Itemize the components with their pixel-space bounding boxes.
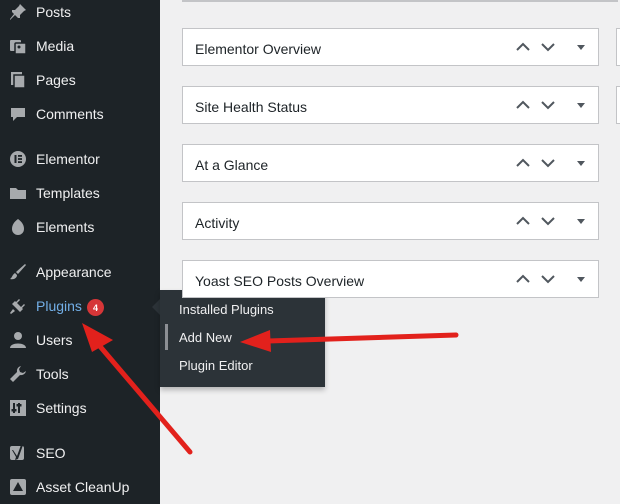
- widget-activity: Activity: [182, 202, 599, 240]
- sidebar-item-elementor[interactable]: Elementor: [0, 142, 160, 176]
- sidebar-item-media[interactable]: Media: [0, 29, 160, 63]
- caret-down-icon[interactable]: [573, 213, 589, 229]
- asset-cleanup-icon: [8, 478, 28, 496]
- folder-icon: [8, 184, 28, 202]
- sidebar-item-seo[interactable]: SEO: [0, 436, 160, 470]
- sidebar-item-label: Elementor: [36, 151, 100, 167]
- pushpin-icon: [8, 3, 28, 21]
- sidebar-item-label: Users: [36, 332, 73, 348]
- chevron-up-icon[interactable]: [515, 97, 531, 113]
- sidebar-item-pages[interactable]: Pages: [0, 63, 160, 97]
- plugins-submenu: Installed Plugins Add New Plugin Editor: [160, 290, 325, 387]
- chevron-down-icon[interactable]: [540, 213, 556, 229]
- chevron-up-icon[interactable]: [515, 155, 531, 171]
- sidebar-item-elements[interactable]: Elements: [0, 210, 160, 244]
- comments-icon: [8, 105, 28, 123]
- sidebar-item-tools[interactable]: Tools: [0, 357, 160, 391]
- widget-top-border: [182, 0, 618, 2]
- sidebar-item-templates[interactable]: Templates: [0, 176, 160, 210]
- caret-down-icon[interactable]: [573, 39, 589, 55]
- widget-at-a-glance: At a Glance: [182, 144, 599, 182]
- sidebar-item-plugins[interactable]: Plugins 4: [0, 289, 160, 323]
- plug-icon: [8, 297, 28, 315]
- caret-down-icon[interactable]: [573, 97, 589, 113]
- sidebar-item-label: Asset CleanUp: [36, 479, 130, 495]
- widget-site-health-status: Site Health Status: [182, 86, 599, 124]
- chevron-down-icon[interactable]: [540, 39, 556, 55]
- sidebar-item-label: Settings: [36, 400, 87, 416]
- sidebar-item-posts[interactable]: Posts: [0, 0, 160, 29]
- focus-indicator: [165, 324, 168, 350]
- widget-title: At a Glance: [195, 157, 269, 173]
- caret-down-icon[interactable]: [573, 271, 589, 287]
- elements-icon: [8, 218, 28, 236]
- submenu-item-installed-plugins[interactable]: Installed Plugins: [160, 296, 325, 322]
- update-count-badge: 4: [87, 299, 104, 316]
- sidebar-item-label: Tools: [36, 366, 69, 382]
- widget-title: Activity: [195, 215, 240, 231]
- flyout-pointer: [152, 299, 160, 315]
- sidebar-item-label: Comments: [36, 106, 104, 122]
- chevron-up-icon[interactable]: [515, 39, 531, 55]
- submenu-item-label: Add New: [179, 330, 232, 345]
- yoast-icon: [8, 444, 28, 462]
- admin-sidebar: Posts Media Pages Comments Elementor Tem…: [0, 0, 160, 504]
- sidebar-item-label: Pages: [36, 72, 76, 88]
- chevron-up-icon[interactable]: [515, 271, 531, 287]
- sidebar-item-comments[interactable]: Comments: [0, 97, 160, 131]
- widget-title: Site Health Status: [195, 99, 308, 115]
- settings-icon: [8, 399, 28, 417]
- sidebar-item-label: Media: [36, 38, 75, 54]
- widget-title: Yoast SEO Posts Overview: [195, 273, 365, 289]
- widget-yoast-seo-posts-overview: Yoast SEO Posts Overview: [182, 260, 599, 298]
- widget-title: Elementor Overview: [195, 41, 322, 57]
- elementor-icon: [8, 150, 28, 168]
- submenu-item-add-new[interactable]: Add New: [160, 324, 325, 350]
- sidebar-item-label: Plugins: [36, 298, 82, 314]
- submenu-item-label: Installed Plugins: [179, 302, 274, 317]
- wrench-icon: [8, 365, 28, 383]
- caret-down-icon[interactable]: [573, 155, 589, 171]
- user-icon: [8, 331, 28, 349]
- chevron-down-icon[interactable]: [540, 97, 556, 113]
- second-column-widget: [616, 28, 620, 66]
- submenu-item-plugin-editor[interactable]: Plugin Editor: [160, 352, 325, 378]
- second-column-widget: [616, 86, 620, 124]
- sidebar-item-users[interactable]: Users: [0, 323, 160, 357]
- chevron-down-icon[interactable]: [540, 155, 556, 171]
- sidebar-item-label: Appearance: [36, 264, 112, 280]
- sidebar-item-label: SEO: [36, 445, 66, 461]
- media-icon: [8, 37, 28, 55]
- chevron-up-icon[interactable]: [515, 213, 531, 229]
- submenu-item-label: Plugin Editor: [179, 358, 253, 373]
- widget-elementor-overview: Elementor Overview: [182, 28, 599, 66]
- paintbrush-icon: [8, 263, 28, 281]
- sidebar-item-label: Templates: [36, 185, 100, 201]
- sidebar-item-settings[interactable]: Settings: [0, 391, 160, 425]
- sidebar-item-asset-cleanup[interactable]: Asset CleanUp: [0, 470, 160, 504]
- sidebar-item-label: Elements: [36, 219, 95, 235]
- pages-icon: [8, 71, 28, 89]
- chevron-down-icon[interactable]: [540, 271, 556, 287]
- sidebar-item-appearance[interactable]: Appearance: [0, 255, 160, 289]
- sidebar-item-label: Posts: [36, 4, 72, 20]
